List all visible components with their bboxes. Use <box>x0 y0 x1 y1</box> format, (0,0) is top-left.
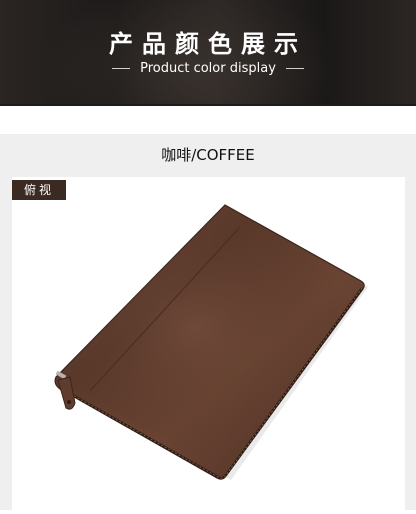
color-name: 咖啡/COFFEE <box>161 146 255 164</box>
banner-title: 产品颜色展示 <box>109 30 307 58</box>
view-tag: 俯视 <box>12 180 66 200</box>
banner-subtitle: Product color display <box>140 61 276 76</box>
leather-portfolio-image <box>54 204 368 480</box>
banner-divider <box>0 104 416 106</box>
subtitle-right-dash <box>285 68 304 69</box>
bottom-margin <box>0 510 416 514</box>
banner-subtitle-row: Product color display <box>0 61 416 76</box>
subtitle-left-dash <box>112 68 131 69</box>
header-banner: 产品颜色展示 Product color display <box>0 0 416 104</box>
product-photo: 俯视 <box>12 177 405 510</box>
color-section: 咖啡/COFFEE 俯视 <box>0 134 416 514</box>
portfolio-texture <box>56 205 361 476</box>
